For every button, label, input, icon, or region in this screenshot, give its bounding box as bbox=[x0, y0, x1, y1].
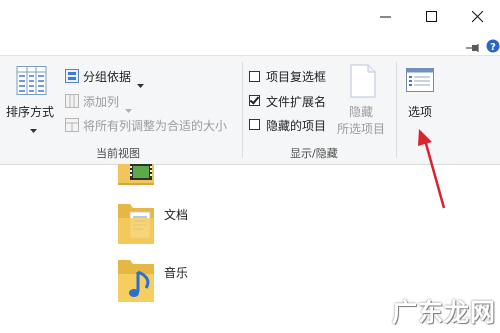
annotation-arrow bbox=[418, 129, 446, 209]
group-by-button[interactable]: 分组依据 bbox=[83, 68, 131, 85]
video-folder-icon[interactable] bbox=[116, 164, 156, 192]
minimize-icon bbox=[380, 16, 391, 18]
add-column-chevron-icon[interactable] bbox=[125, 98, 132, 117]
music-folder-icon[interactable] bbox=[116, 258, 156, 308]
group-divider bbox=[242, 62, 243, 158]
options-icon[interactable] bbox=[406, 68, 434, 96]
file-extension-toggle[interactable] bbox=[249, 95, 260, 106]
add-column-icon bbox=[65, 93, 79, 112]
file-extension-label[interactable]: 文件扩展名 bbox=[266, 93, 326, 110]
sort-icon[interactable] bbox=[16, 66, 48, 100]
maximize-icon bbox=[426, 11, 437, 22]
hidden-items-label[interactable]: 隐藏的项目 bbox=[266, 117, 326, 134]
hidden-items-toggle[interactable] bbox=[249, 119, 260, 130]
options-button-label[interactable]: 选项 bbox=[408, 103, 432, 120]
svg-text:?: ? bbox=[490, 42, 496, 53]
close-button[interactable] bbox=[456, 2, 500, 32]
hide-selected-label-line1[interactable]: 隐藏 bbox=[349, 103, 373, 120]
fit-columns-icon bbox=[65, 117, 79, 136]
item-checkbox-toggle[interactable] bbox=[249, 71, 260, 82]
show-hide-group-label: 显示/隐藏 bbox=[290, 147, 338, 160]
watermark: 广东龙网 bbox=[392, 293, 496, 329]
group-divider bbox=[396, 62, 397, 158]
file-name[interactable]: 文档 bbox=[164, 206, 188, 223]
hide-selected-label-line2[interactable]: 所选项目 bbox=[337, 120, 385, 137]
current-view-group-label: 当前视图 bbox=[96, 147, 140, 160]
group-by-chevron-icon[interactable] bbox=[137, 73, 144, 92]
documents-folder-icon[interactable] bbox=[116, 202, 156, 250]
add-column-button[interactable]: 添加列 bbox=[83, 93, 119, 110]
maximize-button[interactable] bbox=[410, 2, 454, 32]
hide-selected-icon[interactable] bbox=[350, 64, 376, 102]
group-by-icon bbox=[65, 68, 79, 87]
minimize-button[interactable] bbox=[364, 2, 408, 32]
fit-columns-button[interactable]: 将所有列调整为合适的大小 bbox=[83, 117, 227, 134]
chevron-down-icon[interactable] bbox=[30, 118, 37, 137]
item-checkbox-label[interactable]: 项目复选框 bbox=[266, 68, 326, 85]
close-icon bbox=[472, 11, 484, 23]
file-name[interactable]: 音乐 bbox=[164, 264, 188, 281]
watermark-text: 广东龙网 bbox=[391, 298, 496, 327]
